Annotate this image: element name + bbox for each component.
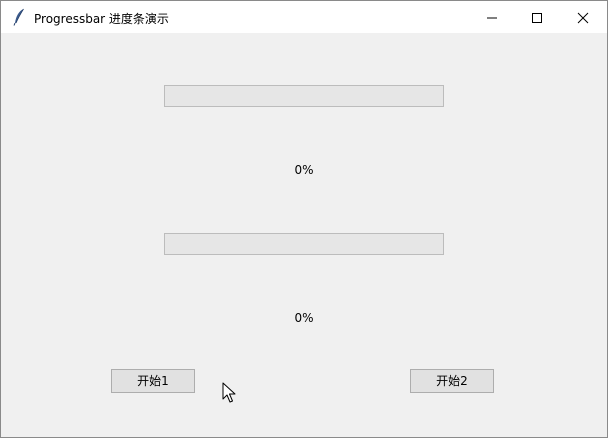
start-2-button[interactable]: 开始2	[410, 369, 494, 393]
mouse-cursor-icon	[222, 382, 236, 408]
progressbar-1	[164, 85, 444, 107]
maximize-icon	[532, 13, 542, 23]
close-icon	[577, 12, 589, 24]
window-title: Progressbar 进度条演示	[34, 12, 169, 26]
progress-2-percent-label: 0%	[294, 311, 314, 325]
maximize-button[interactable]	[514, 1, 560, 33]
title-bar[interactable]: Progressbar 进度条演示	[1, 1, 607, 33]
progress-1-percent-label: 0%	[294, 163, 314, 177]
minimize-icon	[487, 17, 497, 19]
feather-icon	[11, 8, 27, 26]
client-area: 0% 0% 开始1 开始2	[1, 33, 607, 437]
start-1-button[interactable]: 开始1	[111, 369, 195, 393]
close-button[interactable]	[560, 1, 606, 33]
minimize-button[interactable]	[469, 1, 515, 33]
app-window: Progressbar 进度条演示 0% 0% 开始1 开始2	[0, 0, 608, 438]
progressbar-2	[164, 233, 444, 255]
